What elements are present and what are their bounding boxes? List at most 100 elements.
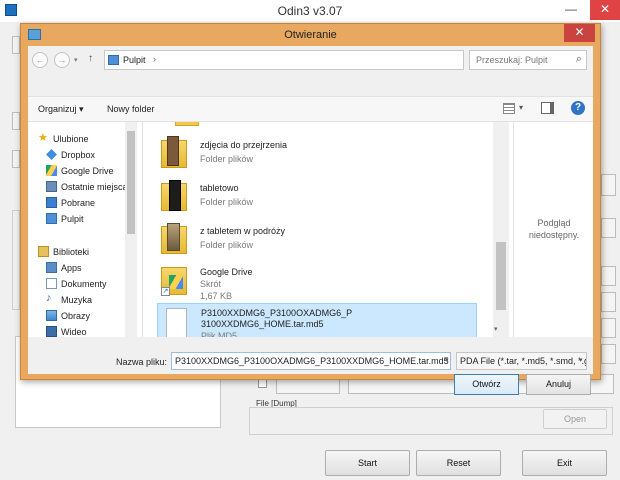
- search-icon[interactable]: ⌕: [576, 53, 582, 66]
- help-icon[interactable]: ?: [571, 101, 585, 115]
- file-type: Skrót: [200, 279, 222, 289]
- organize-dropdown-icon: ▾: [79, 104, 84, 114]
- exit-button[interactable]: Exit: [522, 450, 607, 476]
- star-icon: ★: [38, 132, 48, 144]
- up-arrow-icon[interactable]: ↑: [88, 53, 93, 64]
- odin-right-control: [601, 344, 616, 364]
- filetype-dropdown-icon[interactable]: ▾: [579, 356, 583, 364]
- folder-icon: [161, 136, 187, 170]
- organize-button[interactable]: Organizuj ▾: [38, 104, 84, 115]
- search-input[interactable]: Przeszukaj: Pulpit ⌕: [469, 50, 587, 70]
- apps-library-icon: [46, 262, 57, 273]
- google-drive-icon: [46, 165, 57, 176]
- open-button[interactable]: Otwórz: [454, 374, 519, 395]
- address-text: Pulpit: [123, 55, 146, 65]
- dialog-close-button[interactable]: ✕: [564, 24, 595, 42]
- file-type: Folder plików: [200, 197, 254, 207]
- nav-item-label: Pulpit: [61, 214, 84, 224]
- music-icon: ♪: [46, 292, 52, 304]
- odin-title: Odin3 v3.07: [277, 4, 343, 18]
- libraries-label: Biblioteki: [53, 247, 90, 257]
- file-name: Google Drive: [200, 267, 253, 277]
- nav-item-label: Pobrane: [61, 198, 96, 208]
- back-button[interactable]: ←: [32, 52, 48, 68]
- file-row-selected[interactable]: P3100XXDMG6_P3100OXADMG6_P 3100XXDMG6_HO…: [157, 303, 477, 337]
- file-type: Folder plików: [200, 154, 254, 164]
- file-row[interactable]: z tabletem w podróży Folder plików: [157, 220, 477, 262]
- scroll-down-icon[interactable]: ▾: [494, 325, 498, 333]
- dump-open-button[interactable]: Open: [543, 409, 607, 429]
- view-options-icon[interactable]: [503, 103, 515, 114]
- preview-message: Podgląd niedostępny.: [514, 217, 594, 241]
- filetype-select[interactable]: PDA File (*.tar, *.md5, *.smd, *.gz, *.t…: [456, 352, 587, 370]
- nav-scrollbar-thumb[interactable]: [127, 131, 135, 234]
- odin-left-group: [12, 210, 20, 310]
- file-name-line: 3100XXDMG6_HOME.tar.md5: [201, 319, 324, 329]
- toolbar: Organizuj ▾ Nowy folder ▾ ?: [28, 96, 593, 122]
- nav-item-label: Wideo: [61, 327, 87, 337]
- filename-label: Nazwa pliku:: [116, 357, 168, 367]
- downloads-icon: [46, 197, 57, 208]
- documents-icon: [46, 278, 57, 289]
- odin-right-control: [601, 266, 616, 286]
- file-name: P3100XXDMG6_P3100OXADMG6_P 3100XXDMG6_HO…: [201, 308, 352, 330]
- file-size: 1,67 KB: [200, 291, 233, 301]
- google-drive-shortcut-icon: ↗: [161, 263, 187, 297]
- desktop-folder-icon: [108, 55, 119, 65]
- odin-right-control: [601, 292, 616, 312]
- desktop-icon: [46, 213, 57, 224]
- history-dropdown-icon[interactable]: ▾: [74, 56, 78, 64]
- odin-close-button[interactable]: ✕: [590, 0, 620, 20]
- filename-dropdown-icon[interactable]: ▾: [445, 356, 449, 364]
- file-name: tabletowo: [200, 183, 239, 193]
- videos-icon: [46, 326, 57, 337]
- odin-left-control: [12, 150, 20, 168]
- minimize-button[interactable]: —: [558, 0, 584, 20]
- file-row[interactable]: ↗ Google Drive Skrót 1,67 KB: [157, 261, 477, 303]
- odin-left-control: [12, 36, 20, 54]
- preview-line: niedostępny.: [528, 230, 580, 240]
- nav-item-label: Muzyka: [61, 295, 93, 305]
- nav-item-label: Obrazy: [61, 311, 91, 321]
- file-name-line: P3100XXDMG6_P3100OXADMG6_P: [201, 308, 353, 318]
- odin-right-control: [601, 174, 616, 196]
- file-type: Plik MD5: [201, 331, 238, 337]
- folder-icon: [161, 222, 187, 256]
- nav-item-label: Dropbox: [61, 150, 96, 160]
- file-row[interactable]: zdjęcia do przejrzenia Folder plików: [157, 134, 477, 176]
- filename-input[interactable]: P3100XXDMG6_P3100OXADMG6_P3100XXDMG6_HOM…: [171, 352, 451, 370]
- preview-pane: Podgląd niedostępny.: [513, 122, 593, 337]
- search-placeholder: Przeszukaj: Pulpit: [476, 55, 548, 65]
- breadcrumb-chevron-icon[interactable]: ›: [153, 54, 156, 64]
- file-icon: [162, 306, 188, 337]
- dialog-title: Otwieranie: [284, 29, 337, 41]
- file-row[interactable]: tabletowo Folder plików: [157, 177, 477, 219]
- cancel-button[interactable]: Anuluj: [526, 374, 591, 395]
- odin-right-control: [601, 218, 616, 238]
- folder-icon: [161, 179, 187, 213]
- reset-button[interactable]: Reset: [416, 450, 501, 476]
- view-dropdown-icon[interactable]: ▾: [519, 103, 523, 112]
- file-type: Folder plików: [200, 240, 254, 250]
- file-list: zdjęcia do przejrzenia Folder plików tab…: [143, 122, 513, 337]
- folder-icon: [175, 122, 199, 126]
- favorites-label: Ulubione: [53, 134, 89, 144]
- odin-checkbox[interactable]: [258, 379, 267, 388]
- organize-label: Organizuj: [38, 104, 77, 114]
- odin-right-control: [601, 318, 616, 338]
- start-button[interactable]: Start: [325, 450, 410, 476]
- nav-item-label: Dokumenty: [61, 279, 107, 289]
- preview-pane-icon[interactable]: [541, 102, 554, 114]
- nav-item-label: Google Drive: [61, 166, 114, 176]
- file-list-scrollbar-thumb[interactable]: [496, 242, 506, 310]
- address-bar[interactable]: Pulpit › ▾ ↻: [104, 50, 532, 70]
- pictures-icon: [46, 310, 57, 321]
- new-folder-button[interactable]: Nowy folder: [107, 104, 155, 114]
- forward-button[interactable]: →: [54, 52, 70, 68]
- recent-places-icon: [46, 181, 57, 192]
- nav-item-label: Apps: [61, 263, 82, 273]
- open-file-dialog: Otwieranie ✕ ← → ▾ ↑ Pulpit › ▾ ↻ Przesz…: [20, 23, 601, 395]
- odin-left-control: [12, 112, 20, 130]
- file-name: zdjęcia do przejrzenia: [200, 140, 288, 150]
- dialog-title-bar: Otwieranie ✕: [21, 24, 600, 46]
